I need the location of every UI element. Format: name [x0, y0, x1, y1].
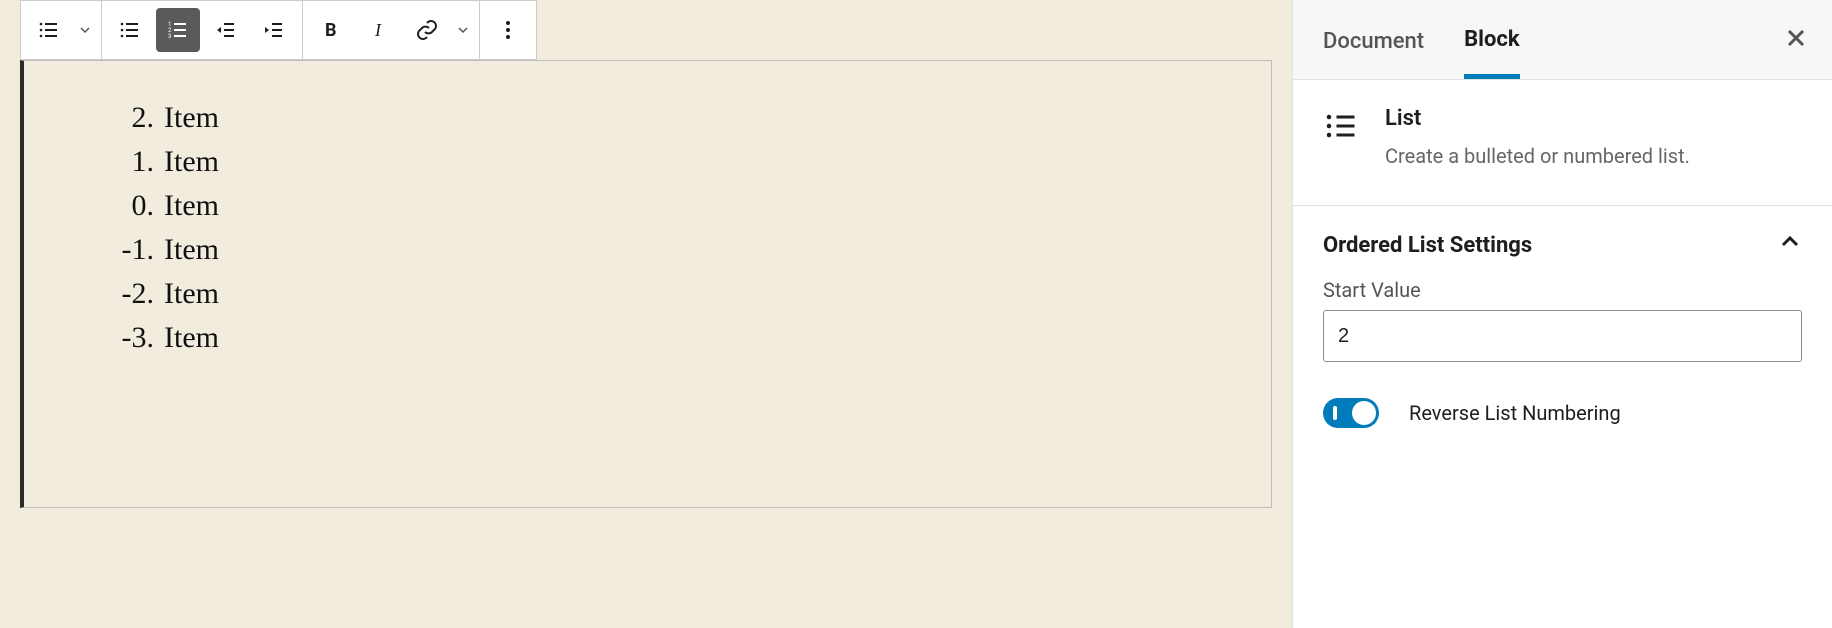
ordered-list-button[interactable]: 1 2 3: [156, 8, 200, 52]
toolbar-group-format: B I: [303, 1, 480, 59]
chevron-up-icon: [1778, 230, 1802, 260]
list-icon: [1323, 108, 1359, 144]
settings-sidebar: Document Block List: [1292, 0, 1832, 628]
list-item[interactable]: -3. Item: [94, 321, 1201, 355]
list-item-number: 0.: [94, 189, 154, 223]
list-item-number: -3.: [94, 321, 154, 355]
app-root: 1 2 3: [0, 0, 1832, 628]
close-sidebar-button[interactable]: [1784, 26, 1808, 56]
block-info: List Create a bulleted or numbered list.: [1293, 80, 1832, 206]
list-item[interactable]: 2. Item: [94, 101, 1201, 135]
toolbar-group-more: [480, 1, 536, 59]
block-info-text: List Create a bulleted or numbered list.: [1385, 106, 1802, 171]
toggle-knob: [1352, 401, 1376, 425]
link-button[interactable]: [405, 8, 449, 52]
tab-block[interactable]: Block: [1464, 1, 1520, 79]
block-type-button[interactable]: [27, 8, 71, 52]
list-item-text[interactable]: Item: [164, 189, 219, 223]
start-value-input[interactable]: [1323, 310, 1802, 362]
list-item-text[interactable]: Item: [164, 101, 219, 135]
unordered-list-button[interactable]: [108, 8, 152, 52]
list-item-number: 1.: [94, 145, 154, 179]
more-options-button[interactable]: [486, 8, 530, 52]
indent-button[interactable]: [252, 8, 296, 52]
block-info-description: Create a bulleted or numbered list.: [1385, 141, 1802, 171]
list-item-text[interactable]: Item: [164, 277, 219, 311]
list-item[interactable]: -1. Item: [94, 233, 1201, 267]
toolbar-group-liststyle: 1 2 3: [102, 1, 303, 59]
block-toolbar: 1 2 3: [20, 0, 537, 60]
panel-header-ordered-list-settings[interactable]: Ordered List Settings: [1323, 226, 1802, 278]
list-item-number: 2.: [94, 101, 154, 135]
bold-button[interactable]: B: [309, 8, 353, 52]
toggle-on-indicator: [1333, 406, 1337, 420]
block-info-title: List: [1385, 106, 1802, 131]
list-item[interactable]: 1. Item: [94, 145, 1201, 179]
format-more-dropdown[interactable]: [453, 8, 473, 52]
panel-title: Ordered List Settings: [1323, 233, 1532, 258]
outdent-button[interactable]: [204, 8, 248, 52]
reverse-numbering-toggle[interactable]: [1323, 398, 1379, 428]
list-block[interactable]: 2. Item 1. Item 0. Item -1. Item -2. Ite…: [20, 60, 1272, 508]
toolbar-group-blocktype: [21, 1, 102, 59]
start-value-label: Start Value: [1323, 278, 1802, 302]
italic-button[interactable]: I: [357, 8, 401, 52]
tab-document[interactable]: Document: [1323, 3, 1424, 76]
svg-text:B: B: [325, 20, 337, 41]
sidebar-tabs: Document Block: [1293, 0, 1832, 80]
list-item-number: -2.: [94, 277, 154, 311]
list-item[interactable]: 0. Item: [94, 189, 1201, 223]
editor-area: 1 2 3: [0, 0, 1292, 628]
ordered-list-settings-panel: Ordered List Settings Start Value Revers…: [1293, 206, 1832, 448]
reverse-numbering-label: Reverse List Numbering: [1409, 401, 1621, 425]
list-item[interactable]: -2. Item: [94, 277, 1201, 311]
list-item-text[interactable]: Item: [164, 233, 219, 267]
block-type-dropdown[interactable]: [75, 8, 95, 52]
list-item-text[interactable]: Item: [164, 321, 219, 355]
svg-text:I: I: [374, 20, 382, 40]
list-item-text[interactable]: Item: [164, 145, 219, 179]
reverse-numbering-row: Reverse List Numbering: [1323, 398, 1802, 428]
svg-text:3: 3: [168, 33, 171, 40]
list-item-number: -1.: [94, 233, 154, 267]
